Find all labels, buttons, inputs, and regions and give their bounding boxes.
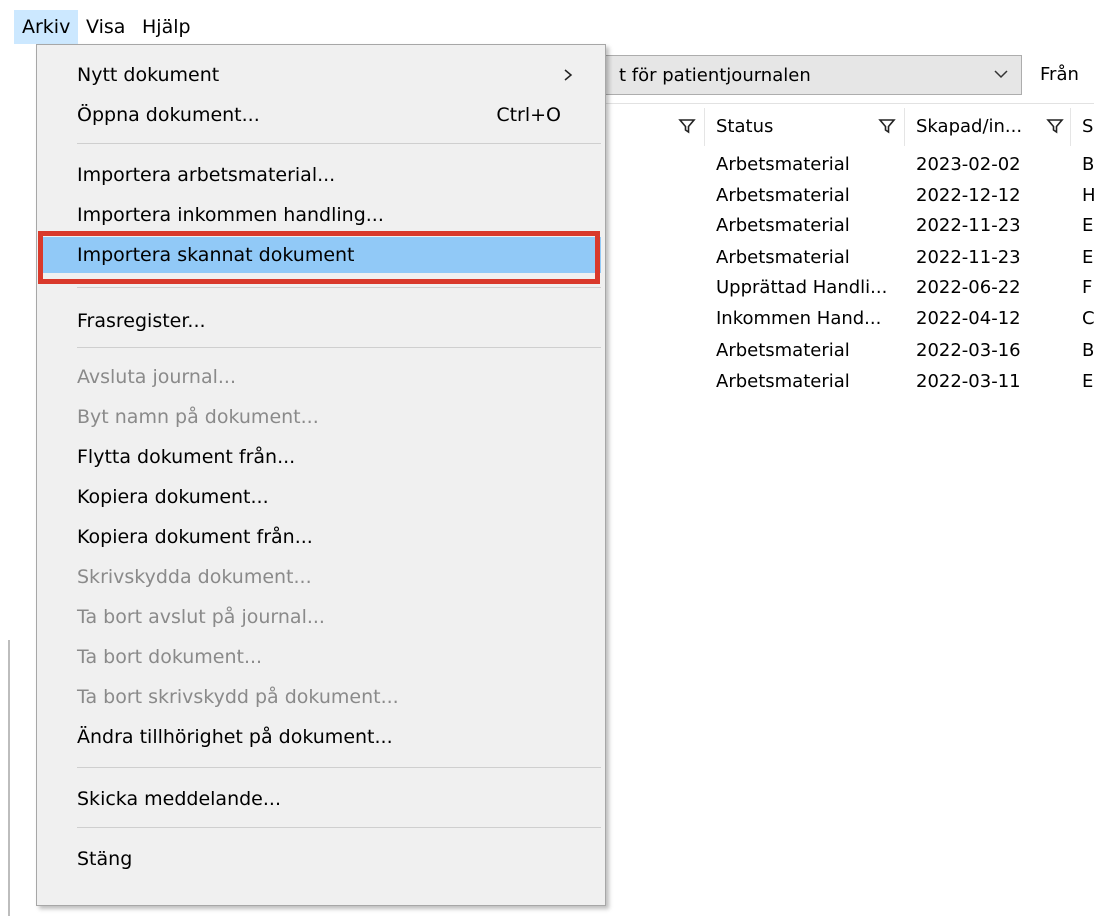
menu-item-label: Frasregister... xyxy=(77,310,206,332)
menu-separator xyxy=(77,143,601,144)
arkiv-dropdown-menu: Nytt dokument Öppna dokument... Ctrl+O I… xyxy=(36,44,606,906)
document-type-combo[interactable]: t för patientjournalen xyxy=(604,55,1022,95)
menu-separator xyxy=(77,767,601,768)
column-separator[interactable] xyxy=(1070,108,1071,146)
extra-cell: E xyxy=(1082,215,1094,236)
menu-item-stang[interactable]: Stäng xyxy=(41,841,601,877)
column-header-created[interactable]: Skapad/in... xyxy=(916,116,1022,137)
extra-cell: B xyxy=(1082,340,1094,361)
status-cell: Arbetsmaterial xyxy=(716,340,850,361)
column-header-s[interactable]: S xyxy=(1082,116,1093,137)
fran-label: Från xyxy=(1040,64,1079,85)
status-cell: Arbetsmaterial xyxy=(716,185,850,206)
menu-separator xyxy=(77,347,601,348)
menu-item-label: Ta bort dokument... xyxy=(77,646,263,668)
date-cell: 2022-11-23 xyxy=(916,215,1021,236)
menu-item-label: Nytt dokument xyxy=(77,64,220,86)
menu-item-importera-inkommen-handling[interactable]: Importera inkommen handling... xyxy=(41,197,601,233)
status-cell: Upprättad Handli... xyxy=(716,277,888,298)
menu-item-ta-bort-skrivskydd: Ta bort skrivskydd på dokument... xyxy=(41,679,601,715)
status-cell: Arbetsmaterial xyxy=(716,154,850,175)
menubar-arkiv[interactable]: Arkiv xyxy=(14,10,79,44)
menu-item-label: Importera arbetsmaterial... xyxy=(77,164,336,186)
filter-icon[interactable] xyxy=(878,117,896,135)
menubar-hjalp[interactable]: Hjälp xyxy=(134,10,199,44)
extra-cell: H xyxy=(1082,185,1094,206)
chevron-down-icon xyxy=(994,70,1008,79)
column-separator[interactable] xyxy=(704,108,705,146)
extra-cell: E xyxy=(1082,371,1094,392)
menu-item-label: Ta bort avslut på journal... xyxy=(77,606,325,628)
filter-icon[interactable] xyxy=(1046,117,1064,135)
column-header-status[interactable]: Status xyxy=(716,116,773,137)
menu-item-andra-tillhorighet[interactable]: Ändra tillhörighet på dokument... xyxy=(41,719,601,755)
menu-item-label: Stäng xyxy=(77,848,133,870)
shortcut-label: Ctrl+O xyxy=(496,104,561,126)
menu-item-ta-bort-avslut: Ta bort avslut på journal... xyxy=(41,599,601,635)
extra-cell: C xyxy=(1082,308,1094,329)
date-cell: 2022-11-23 xyxy=(916,247,1021,268)
menu-item-skicka-meddelande[interactable]: Skicka meddelande... xyxy=(41,781,601,817)
menubar-visa[interactable]: Visa xyxy=(78,10,133,44)
extra-cell: B xyxy=(1082,154,1094,175)
status-cell: Arbetsmaterial xyxy=(716,247,850,268)
menu-item-label: Skicka meddelande... xyxy=(77,788,281,810)
callout-highlight-box xyxy=(38,231,600,284)
menu-item-label: Öppna dokument... xyxy=(77,104,260,126)
date-cell: 2022-06-22 xyxy=(916,277,1021,298)
menu-item-ta-bort-dokument: Ta bort dokument... xyxy=(41,639,601,675)
menu-item-label: Importera inkommen handling... xyxy=(77,204,384,226)
menu-item-label: Flytta dokument från... xyxy=(77,446,296,468)
menu-item-label: Ändra tillhörighet på dokument... xyxy=(77,726,393,748)
menu-item-flytta-dokument[interactable]: Flytta dokument från... xyxy=(41,439,601,475)
date-cell: 2022-03-11 xyxy=(916,371,1021,392)
menu-item-importera-arbetsmaterial[interactable]: Importera arbetsmaterial... xyxy=(41,157,601,193)
date-cell: 2022-12-12 xyxy=(916,185,1021,206)
status-cell: Arbetsmaterial xyxy=(716,215,850,236)
menu-item-avsluta-journal: Avsluta journal... xyxy=(41,359,601,395)
menu-item-kopiera-dokument-fran[interactable]: Kopiera dokument från... xyxy=(41,519,601,555)
menu-item-frasregister[interactable]: Frasregister... xyxy=(41,303,601,339)
filter-icon[interactable] xyxy=(678,117,696,135)
menu-item-label: Kopiera dokument från... xyxy=(77,526,313,548)
menu-item-label: Avsluta journal... xyxy=(77,366,236,388)
date-cell: 2022-04-12 xyxy=(916,308,1021,329)
status-cell: Arbetsmaterial xyxy=(716,371,850,392)
menu-bar: Arkiv Visa Hjälp xyxy=(0,0,1094,44)
chevron-right-icon xyxy=(564,69,573,81)
extra-cell: F xyxy=(1082,277,1093,298)
menu-separator xyxy=(77,827,601,828)
menu-item-byt-namn: Byt namn på dokument... xyxy=(41,399,601,435)
combo-selected-value: t för patientjournalen xyxy=(619,65,811,86)
menu-item-label: Byt namn på dokument... xyxy=(77,406,319,428)
extra-cell: E xyxy=(1082,247,1094,268)
menu-separator xyxy=(77,287,601,288)
menu-item-oppna-dokument[interactable]: Öppna dokument... Ctrl+O xyxy=(41,97,601,133)
window-edge xyxy=(8,640,10,916)
menu-item-nytt-dokument[interactable]: Nytt dokument xyxy=(41,57,601,93)
menu-item-kopiera-dokument[interactable]: Kopiera dokument... xyxy=(41,479,601,515)
menu-item-label: Ta bort skrivskydd på dokument... xyxy=(77,686,399,708)
column-separator[interactable] xyxy=(904,108,905,146)
divider xyxy=(604,103,1094,104)
date-cell: 2022-03-16 xyxy=(916,340,1021,361)
menu-item-label: Kopiera dokument... xyxy=(77,486,269,508)
menu-item-label: Skrivskydda dokument... xyxy=(77,566,312,588)
menu-item-skrivskydda-dokument: Skrivskydda dokument... xyxy=(41,559,601,595)
date-cell: 2023-02-02 xyxy=(916,154,1021,175)
status-cell: Inkommen Hand... xyxy=(716,308,882,329)
